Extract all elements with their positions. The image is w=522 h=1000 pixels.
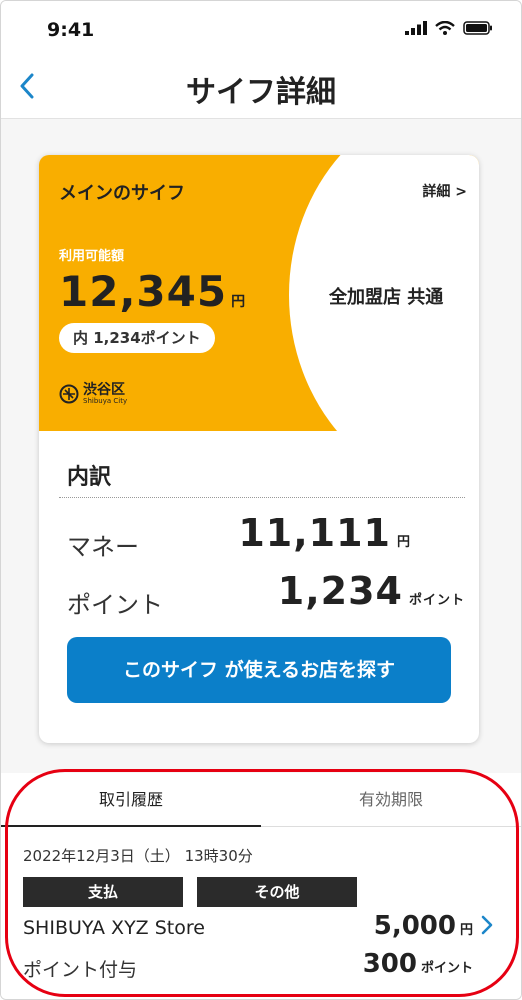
shibuya-emblem-icon: [59, 384, 79, 404]
points-granted-unit: ポイント: [420, 961, 473, 976]
divider: [59, 497, 465, 498]
points-amount: 1,234 ポイント: [278, 569, 465, 613]
tab-bar: 取引履歴 有効期限: [1, 773, 521, 827]
points-unit: ポイント: [408, 593, 465, 608]
points-label: ポイント: [67, 591, 163, 619]
amount-unit: 円: [459, 923, 473, 938]
points-granted-value: 300: [362, 949, 417, 979]
transaction-amount: 5,000 円: [374, 911, 473, 941]
money-label: マネー: [67, 533, 139, 561]
tab-history[interactable]: 取引履歴: [1, 773, 261, 827]
points-value: 1,234: [277, 569, 403, 613]
points-granted-label: ポイント付与: [23, 959, 138, 981]
wallet-card: メインのサイフ 詳細 > 利用可能額 12,345 円 内 1,234ポイント 渋…: [39, 155, 479, 743]
wallet-panel: メインのサイフ 詳細 > 利用可能額 12,345 円 内 1,234ポイント 渋…: [39, 155, 479, 431]
battery-icon: [463, 21, 492, 35]
chevron-right-icon[interactable]: [481, 915, 493, 941]
status-time: 9:41: [47, 19, 95, 41]
city-name-jp: 渋谷区: [83, 382, 125, 398]
status-bar: 9:41: [1, 1, 521, 59]
wallet-balance: 12,345 円: [59, 267, 246, 316]
amount-value: 5,000: [373, 911, 456, 941]
page-title: サイフ詳細: [186, 75, 336, 110]
breakdown-title: 内訳: [67, 465, 112, 490]
money-unit: 円: [396, 535, 411, 550]
find-stores-button[interactable]: このサイフ が使えるお店を探す: [67, 637, 451, 703]
balance-value: 12,345: [59, 267, 228, 316]
wallet-name: メインのサイフ: [59, 183, 185, 204]
balance-unit: 円: [231, 294, 247, 310]
nav-bar: サイフ詳細: [1, 59, 521, 119]
tab-expiry[interactable]: 有効期限: [261, 773, 521, 827]
signal-icon: [405, 21, 427, 35]
points-badge: 内 1,234ポイント: [59, 323, 215, 353]
money-value: 11,111: [238, 511, 391, 555]
tag-payment: 支払: [23, 877, 183, 907]
app-screen: 9:41 サイフ詳細 メインのサイフ 詳細 > 利用可能額 12,345 円 内…: [0, 0, 522, 1000]
transaction-date: 2022年12月3日（土） 13時30分: [23, 847, 253, 865]
store-name: SHIBUYA XYZ Store: [23, 917, 205, 939]
shop-scope: 全加盟店 共通: [329, 287, 444, 308]
tag-other: その他: [197, 877, 357, 907]
available-label: 利用可能額: [59, 249, 125, 264]
money-amount: 11,111 円: [238, 511, 411, 555]
detail-link[interactable]: 詳細 >: [422, 181, 467, 201]
status-icons: [405, 21, 493, 35]
transaction-item[interactable]: 2022年12月3日（土） 13時30分 支払 その他 SHIBUYA XYZ …: [1, 827, 521, 999]
wifi-icon: [435, 21, 455, 35]
city-logo: 渋谷区 Shibuya City: [59, 383, 127, 405]
city-name-en: Shibuya City: [83, 397, 128, 405]
points-granted: 300 ポイント: [363, 949, 473, 979]
